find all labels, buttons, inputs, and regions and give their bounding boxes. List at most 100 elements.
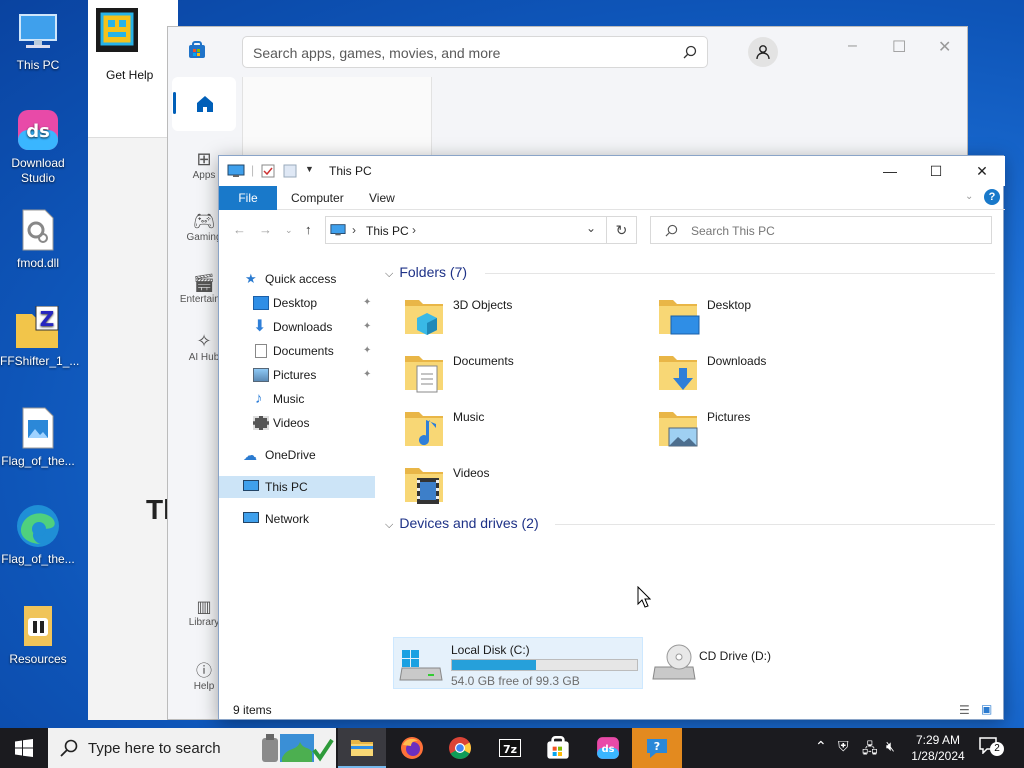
- folder-item[interactable]: Documents: [403, 348, 643, 398]
- nav-pictures[interactable]: Pictures ✦: [219, 364, 375, 386]
- folder-name: Desktop: [707, 298, 752, 312]
- security-tray-icon[interactable]: ⛨: [838, 738, 849, 755]
- explorer-minimize-button[interactable]: —: [867, 156, 913, 186]
- address-dropdown-icon[interactable]: ⌄: [586, 221, 596, 235]
- desktop-icon: [253, 296, 269, 310]
- nav-network[interactable]: Network: [219, 508, 375, 530]
- folder-videos-icon: [405, 468, 443, 504]
- taskbar-get-help[interactable]: ?: [632, 728, 682, 768]
- taskbar-download-studio[interactable]: ds: [584, 728, 632, 768]
- ribbon-expand-icon[interactable]: ⌄: [965, 191, 973, 202]
- start-button[interactable]: [0, 728, 48, 768]
- star-icon: ★: [245, 271, 257, 286]
- explorer-close-button[interactable]: ✕: [959, 156, 1005, 186]
- desktop-icon-ffshifter[interactable]: Z FFShifter_1_...: [0, 306, 79, 369]
- folders-group-header[interactable]: ⌵ Folders (7): [385, 264, 995, 281]
- pin-icon[interactable]: ✦: [363, 316, 371, 338]
- volume-muted-icon[interactable]: 🔇︎: [886, 738, 895, 755]
- item-count: 9 items: [233, 703, 272, 717]
- folder-item[interactable]: Pictures: [657, 404, 897, 454]
- folder-item[interactable]: Videos: [403, 460, 643, 510]
- account-avatar-icon[interactable]: [748, 37, 778, 67]
- store-search-placeholder: Search apps, games, movies, and more: [253, 45, 501, 61]
- image-file-icon: [14, 406, 62, 450]
- breadcrumb-chevron-icon[interactable]: ›: [412, 223, 416, 237]
- desktop-icon-flag-image[interactable]: Flag_of_the...: [0, 406, 76, 469]
- forward-arrow-icon[interactable]: →: [259, 222, 272, 237]
- notification-center-button[interactable]: 2: [978, 736, 1008, 760]
- file-explorer-window[interactable]: | ▼ This PC — ☐ ✕ File Computer View ⌄ ?…: [218, 155, 1005, 721]
- taskbar-file-explorer[interactable]: [338, 728, 386, 768]
- store-search-input[interactable]: Search apps, games, movies, and more: [242, 36, 708, 68]
- address-bar[interactable]: › This PC › ⌄: [325, 216, 607, 244]
- store-minimize-button[interactable]: –: [848, 37, 857, 55]
- nav-label: Downloads: [273, 320, 333, 334]
- get-help-window[interactable]: Get Help Th: [88, 0, 180, 720]
- taskbar-search-input[interactable]: Type here to search: [48, 728, 336, 768]
- explorer-maximize-button[interactable]: ☐: [913, 156, 959, 186]
- desktop-icon-fmod-dll[interactable]: fmod.dll: [0, 208, 76, 271]
- help-icon[interactable]: ?: [984, 189, 1000, 205]
- qat-dropdown-icon[interactable]: ▼: [305, 164, 314, 174]
- taskbar-microsoft-store[interactable]: [534, 728, 582, 768]
- taskbar-chrome[interactable]: [436, 728, 484, 768]
- explorer-search-input[interactable]: Search This PC: [650, 216, 992, 244]
- desktop-icon-flag-edge[interactable]: Flag_of_the...: [0, 504, 76, 567]
- ribbon-tab-computer[interactable]: Computer: [277, 186, 358, 210]
- address-path[interactable]: This PC: [366, 224, 409, 238]
- folder-item[interactable]: Music: [403, 404, 643, 454]
- local-disk-c[interactable]: Local Disk (C:) 54.0 GB free of 99.3 GB: [393, 637, 643, 689]
- nav-desktop[interactable]: Desktop ✦: [219, 292, 375, 314]
- nav-onedrive[interactable]: ☁ OneDrive: [219, 444, 375, 466]
- explorer-titlebar[interactable]: | ▼ This PC — ☐ ✕: [219, 156, 1005, 186]
- taskbar-firefox[interactable]: [388, 728, 436, 768]
- explorer-search-placeholder: Search This PC: [691, 224, 775, 238]
- svg-text:?: ?: [654, 740, 660, 753]
- desktop-icon-resources[interactable]: Resources: [0, 604, 76, 667]
- taskbar-clock[interactable]: 7:29 AM 1/28/2024: [908, 732, 968, 764]
- store-nav-label: Apps: [192, 170, 216, 181]
- pin-icon[interactable]: ✦: [363, 340, 371, 362]
- desktop-icon-download-studio[interactable]: ds Download Studio: [0, 108, 76, 186]
- nav-documents[interactable]: Documents ✦: [219, 340, 375, 362]
- search-highlight-icon: [262, 734, 334, 762]
- back-arrow-icon[interactable]: ←: [233, 222, 246, 237]
- details-view-icon[interactable]: ☰: [959, 703, 970, 717]
- search-icon[interactable]: [683, 45, 697, 62]
- drive-usage-fill: [452, 660, 537, 670]
- store-close-button[interactable]: ✕: [938, 37, 951, 57]
- store-maximize-button[interactable]: ☐: [892, 37, 906, 57]
- show-hidden-icons-chevron[interactable]: ⌃: [815, 738, 827, 755]
- drives-group-header[interactable]: ⌵ Devices and drives (2): [385, 515, 995, 532]
- collapse-chevron-icon[interactable]: ⌵: [385, 268, 393, 280]
- desktop-icon-this-pc[interactable]: This PC: [0, 10, 76, 73]
- taskbar-7zip[interactable]: 7z: [486, 728, 534, 768]
- cd-drive-icon: [652, 644, 696, 680]
- folder-item[interactable]: 3D Objects: [403, 292, 643, 342]
- group-title: Folders (7): [399, 264, 468, 280]
- ribbon-tab-file[interactable]: File: [219, 186, 277, 210]
- folder-item[interactable]: Desktop: [657, 292, 897, 342]
- pin-icon[interactable]: ✦: [363, 292, 371, 314]
- pin-icon[interactable]: ✦: [363, 364, 371, 386]
- network-tray-icon[interactable]: 🖧︎: [862, 738, 878, 762]
- up-arrow-icon[interactable]: ↑: [305, 222, 312, 237]
- large-icons-view-icon[interactable]: ▣: [981, 702, 992, 716]
- nav-music[interactable]: ♪ Music: [219, 388, 375, 410]
- recent-dropdown-icon[interactable]: ⌄: [285, 225, 293, 236]
- refresh-button[interactable]: ↻: [607, 216, 637, 244]
- nav-this-pc[interactable]: This PC: [219, 476, 375, 498]
- folder-item[interactable]: Downloads: [657, 348, 897, 398]
- cd-drive-d[interactable]: CD Drive (D:): [649, 637, 849, 689]
- group-title: Devices and drives (2): [399, 515, 539, 531]
- properties-icon[interactable]: [261, 164, 275, 178]
- picture-icon: [253, 368, 269, 382]
- new-folder-icon[interactable]: [283, 164, 297, 178]
- nav-videos[interactable]: Videos: [219, 412, 375, 434]
- status-bar: 9 items ☰ ▣: [219, 699, 1005, 721]
- ribbon-tab-view[interactable]: View: [355, 186, 409, 210]
- nav-downloads[interactable]: ⬇ Downloads ✦: [219, 316, 375, 338]
- nav-quick-access[interactable]: ★ Quick access: [219, 268, 375, 290]
- collapse-chevron-icon[interactable]: ⌵: [385, 519, 393, 531]
- folder-documents-icon: [405, 356, 443, 393]
